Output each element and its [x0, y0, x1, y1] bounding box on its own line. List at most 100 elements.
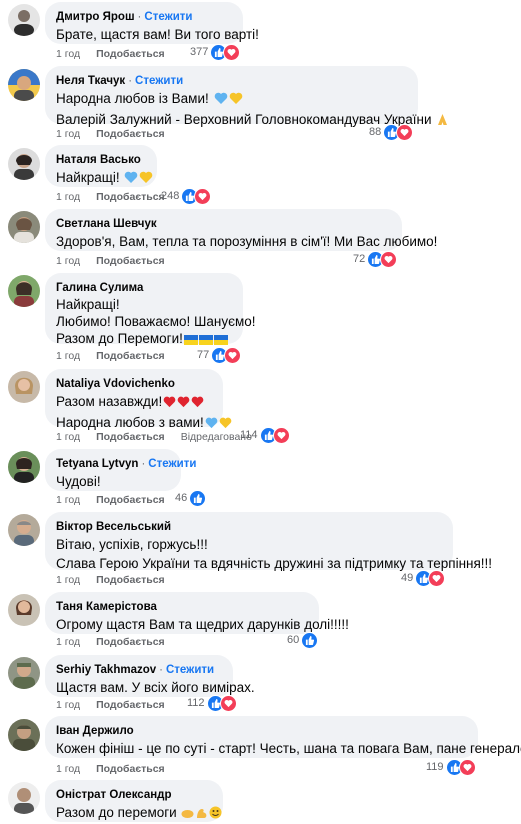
author-name[interactable]: Оністрат Олександр: [56, 789, 172, 801]
avatar[interactable]: [8, 371, 40, 403]
avatar[interactable]: [8, 275, 40, 307]
timestamp[interactable]: 1 год: [56, 494, 80, 506]
avatar[interactable]: [8, 451, 40, 483]
comment-meta: 1 год Подобається: [56, 763, 165, 775]
like-button[interactable]: Подобається: [96, 494, 165, 506]
comment-meta: 1 год Подобається: [56, 255, 165, 267]
like-button[interactable]: Подобається: [96, 699, 165, 711]
yellow-heart-icon: [229, 91, 243, 110]
comment-bubble: Светлана Шевчук Здоров'я, Вам, тепла та …: [45, 209, 438, 251]
blue-heart-icon: [124, 170, 138, 189]
reaction-summary[interactable]: 49: [401, 569, 446, 587]
comment-text: Найкращі!: [56, 170, 120, 185]
reaction-count: 248: [161, 190, 180, 202]
author-name[interactable]: Таня Камерістова: [56, 601, 157, 613]
timestamp[interactable]: 1 год: [56, 574, 80, 586]
reaction-summary[interactable]: 377: [190, 43, 241, 61]
avatar[interactable]: [8, 719, 40, 751]
timestamp[interactable]: 1 год: [56, 636, 80, 648]
like-button[interactable]: Подобається: [96, 191, 165, 203]
separator: ·: [128, 75, 133, 87]
timestamp[interactable]: 1 год: [56, 350, 80, 362]
avatar[interactable]: [8, 69, 40, 101]
avatar[interactable]: [8, 594, 40, 626]
reaction-summary[interactable]: 114: [240, 426, 290, 444]
avatar[interactable]: [8, 514, 40, 546]
love-icon: [458, 758, 476, 776]
comment-text: Чудові!: [56, 474, 101, 489]
comment-meta: 1 год Подобається: [56, 574, 165, 586]
comment-meta: 1 год Подобається: [56, 494, 165, 506]
follow-button[interactable]: Стежити: [148, 458, 196, 470]
follow-button[interactable]: Стежити: [144, 11, 192, 23]
separator: ·: [137, 11, 142, 23]
author-name[interactable]: Іван Держило: [56, 725, 134, 737]
timestamp[interactable]: 1 год: [56, 699, 80, 711]
reaction-summary[interactable]: 60: [287, 631, 319, 649]
like-button[interactable]: Подобається: [96, 128, 165, 140]
author-name[interactable]: Неля Ткачук: [56, 75, 125, 87]
avatar[interactable]: [8, 148, 40, 180]
folded-hands-icon: [436, 112, 449, 131]
avatar[interactable]: [8, 782, 40, 814]
reaction-summary[interactable]: 46: [175, 489, 207, 507]
timestamp[interactable]: 1 год: [56, 128, 80, 140]
avatar[interactable]: [8, 4, 40, 36]
reaction-summary[interactable]: 248: [161, 187, 212, 205]
like-button[interactable]: Подобається: [96, 574, 165, 586]
hands-icon: [181, 805, 194, 824]
comment-text: Слава Герою України та вдячність дружині…: [56, 556, 493, 571]
like-button[interactable]: Подобається: [96, 350, 165, 362]
comment-bubble: Віктор Весельський Вітаю, успіхів, горжу…: [45, 512, 493, 571]
reaction-summary[interactable]: 88: [369, 123, 414, 141]
timestamp[interactable]: 1 год: [56, 431, 80, 443]
comment-text: Разом до Перемоги!: [56, 331, 183, 346]
author-name[interactable]: Tetyana Lytvyn: [56, 458, 138, 470]
author-name[interactable]: Светлана Шевчук: [56, 218, 157, 230]
red-heart-icon: [191, 394, 204, 413]
ukraine-flag-icon: [183, 332, 198, 349]
author-name[interactable]: Наталя Васько: [56, 154, 141, 166]
comment-bubble: Serhiy Takhmazov · Стежити Щастя вам. У вс…: [45, 655, 255, 697]
like-button[interactable]: Подобається: [96, 431, 165, 443]
author-name[interactable]: Галина Сулима: [56, 282, 143, 294]
avatar[interactable]: [8, 211, 40, 243]
love-icon: [428, 569, 446, 587]
author-name[interactable]: Віктор Весельський: [56, 521, 171, 533]
follow-button[interactable]: Стежити: [166, 664, 214, 676]
like-button[interactable]: Подобається: [96, 48, 165, 60]
comment-text: Разом до перемоги: [56, 805, 177, 820]
reaction-count: 112: [187, 697, 205, 709]
comment-bubble: Таня Камерістова Огрому щастя Вам та щед…: [45, 592, 349, 634]
author-name[interactable]: Nataliya Vdovichenko: [56, 378, 175, 390]
timestamp[interactable]: 1 год: [56, 191, 80, 203]
reaction-summary[interactable]: 77: [197, 346, 242, 364]
comment-bubble: Tetyana Lytvyn · Стежити Чудові!: [45, 449, 196, 491]
reaction-summary[interactable]: 119: [426, 758, 476, 776]
timestamp[interactable]: 1 год: [56, 48, 80, 60]
comment-text-line: Разом до перемоги: [56, 803, 222, 824]
like-button[interactable]: Подобається: [96, 255, 165, 267]
reaction-count: 72: [353, 253, 366, 265]
like-button[interactable]: Подобається: [96, 763, 165, 775]
avatar[interactable]: [8, 657, 40, 689]
reaction-count: 46: [175, 492, 188, 504]
comment-text: Разом назавжди!: [56, 394, 163, 409]
love-icon: [224, 346, 242, 364]
timestamp[interactable]: 1 год: [56, 763, 80, 775]
love-icon: [380, 250, 398, 268]
comment-bubble: Іван Держило Кожен фініш - це по суті - …: [45, 716, 521, 758]
reaction-summary[interactable]: 112: [187, 694, 237, 712]
comment-text: Брате, щастя вам! Ви того варті!: [56, 27, 259, 42]
timestamp[interactable]: 1 год: [56, 255, 80, 267]
comment-text: Здоров'я, Вам, тепла та порозуміння в сі…: [56, 234, 438, 249]
comment-text: Найкращі!: [56, 297, 120, 312]
like-button[interactable]: Подобається: [96, 636, 165, 648]
reaction-summary[interactable]: 72: [353, 250, 398, 268]
follow-button[interactable]: Стежити: [135, 75, 183, 87]
comment-text: Огрому щастя Вам та щедрих дарунків долі…: [56, 617, 349, 632]
love-icon: [272, 426, 290, 444]
author-name[interactable]: Дмитро Ярош: [56, 11, 135, 23]
comment-text: Народна любов з вами!: [56, 415, 204, 430]
author-name[interactable]: Serhiy Takhmazov: [56, 664, 156, 676]
